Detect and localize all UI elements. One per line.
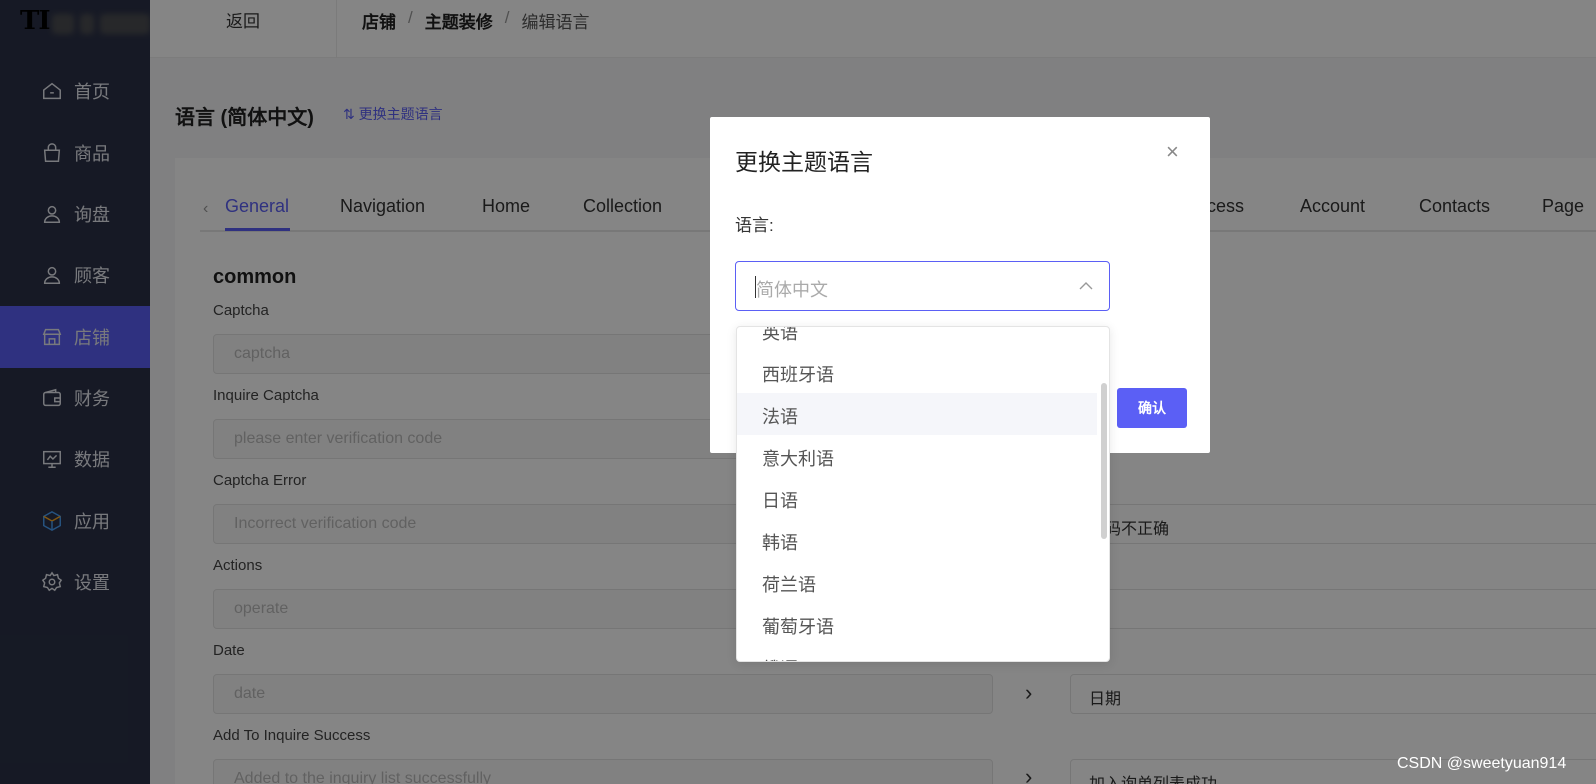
option-portuguese[interactable]: 葡萄牙语: [737, 603, 1097, 645]
language-dropdown: 英语 西班牙语 法语 意大利语 日语 韩语 荷兰语 葡萄牙语 俄语: [736, 326, 1110, 662]
dropdown-scrollbar[interactable]: [1101, 383, 1107, 539]
dialog-title: 更换主题语言: [735, 149, 873, 175]
watermark: CSDN @sweetyuan914: [1397, 755, 1567, 772]
option-korean[interactable]: 韩语: [737, 519, 1097, 561]
option-spanish[interactable]: 西班牙语: [737, 351, 1097, 393]
close-icon[interactable]: ×: [1166, 139, 1179, 165]
chevron-up-icon: [1079, 282, 1093, 290]
option-russian[interactable]: 俄语: [737, 645, 1097, 661]
option-japanese[interactable]: 日语: [737, 477, 1097, 519]
option-dutch[interactable]: 荷兰语: [737, 561, 1097, 603]
option-italian[interactable]: 意大利语: [737, 435, 1097, 477]
option-french[interactable]: 法语: [737, 393, 1097, 435]
confirm-button[interactable]: 确认: [1117, 388, 1187, 428]
language-select-placeholder: 简体中文: [756, 280, 828, 300]
language-label: 语言:: [735, 216, 774, 235]
text-cursor: [755, 276, 756, 298]
option-english[interactable]: 英语: [737, 327, 1097, 351]
language-select[interactable]: 简体中文: [735, 261, 1110, 311]
